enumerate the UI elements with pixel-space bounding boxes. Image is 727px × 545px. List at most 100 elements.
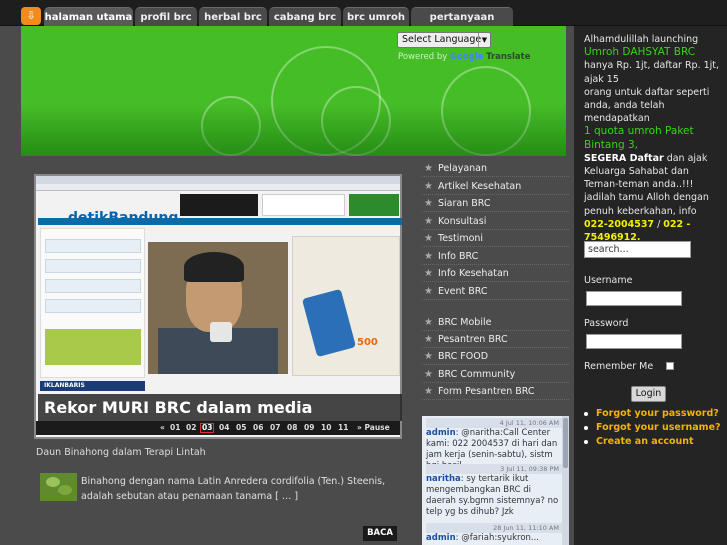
menu-item-info-brc[interactable]: ★ Info BRC — [422, 248, 569, 265]
remember-me-checkbox[interactable] — [666, 362, 674, 370]
star-icon: ★ — [424, 163, 433, 174]
menu-item-event-brc[interactable]: ★ Event BRC — [422, 283, 569, 300]
create-account-link[interactable]: Create an account — [584, 435, 721, 449]
language-select[interactable]: Select Language ▼ — [397, 32, 491, 48]
screenshot-ad — [262, 194, 345, 216]
phone-icon — [301, 288, 357, 358]
top-navigation-bar: ⇩ halaman utama profil brc herbal brc ca… — [0, 0, 727, 42]
slide-page-2[interactable]: 02 — [186, 421, 196, 435]
tab-cabang-brc[interactable]: cabang brc — [269, 7, 341, 26]
menu-item-label: Artikel Kesehatan — [438, 181, 522, 192]
photo-hair — [184, 252, 244, 282]
tab-pertanyaan-umum[interactable]: pertanyaan umum — [411, 7, 513, 42]
tab-profil-brc[interactable]: profil brc — [135, 7, 197, 26]
read-more-button[interactable]: BACA — [363, 526, 397, 541]
shout-date: 3 Jul 11, 09:38 PM — [426, 464, 562, 474]
username-field[interactable] — [586, 291, 682, 306]
menu-item-label: Pelayanan — [438, 163, 488, 174]
menu-item-label: Siaran BRC — [438, 198, 491, 209]
username-label: Username — [584, 275, 633, 286]
login-button[interactable]: Login — [631, 386, 666, 402]
forgot-password-link[interactable]: Forgot your password? — [584, 407, 721, 421]
star-icon: ★ — [424, 216, 433, 227]
menu-item-label: Pesantren BRC — [438, 334, 508, 345]
shout-author[interactable]: admin — [426, 533, 456, 543]
slide-page-4[interactable]: 04 — [219, 421, 229, 435]
menu-item-label: Event BRC — [438, 286, 488, 297]
post-excerpt: Binahong dengan nama Latin Anredera cord… — [81, 476, 386, 502]
menu-item-artikel-kesehatan[interactable]: ★ Artikel Kesehatan — [422, 178, 569, 195]
slide-page-11[interactable]: 11 — [338, 421, 348, 435]
menu-item-siaran-brc[interactable]: ★ Siaran BRC — [422, 195, 569, 212]
menu-item-label: Form Pesantren BRC — [438, 386, 535, 397]
language-select-label: Select Language — [402, 34, 482, 45]
screenshot-navstrip — [38, 218, 402, 225]
pause-button[interactable]: » Pause — [357, 421, 390, 435]
announcement-highlight[interactable]: 1 quota umroh Paket Bintang 3, — [584, 125, 694, 150]
menu-item-label: BRC Community — [438, 369, 516, 380]
menu-item-label: Info BRC — [438, 251, 479, 262]
forgot-username-link[interactable]: Forgot your username? — [584, 421, 721, 435]
leaf-shape — [58, 485, 72, 495]
announcement-highlight[interactable]: Umroh DAHSYAT BRC — [584, 46, 695, 58]
screenshot-green-block — [45, 329, 141, 365]
menu-item-pesantren-brc[interactable]: ★ Pesantren BRC — [422, 331, 569, 348]
tab-halaman-utama[interactable]: halaman utama — [44, 7, 133, 26]
screenshot-block — [45, 299, 141, 313]
announcement-line: Alhamdulillah launching — [584, 34, 699, 45]
post-title[interactable]: Daun Binahong dalam Terapi Lintah — [36, 447, 206, 458]
header-banner: Select Language ▼ Powered by Google Tran… — [21, 26, 566, 156]
shout-author[interactable]: naritha — [426, 474, 461, 484]
menu-item-brc-mobile[interactable]: ★ BRC Mobile — [422, 314, 569, 331]
announcement-line: hanya Rp. 1jt, daftar Rp. 1jt, ajak 15 — [584, 60, 720, 85]
home-arrow-icon[interactable]: ⇩ — [21, 7, 41, 25]
slide-caption[interactable]: Rekor MURI BRC dalam media — [38, 394, 402, 421]
translate-link[interactable]: Translate — [486, 52, 530, 62]
tab-brc-umroh[interactable]: brc umroh — [343, 7, 409, 26]
menu-item-testimoni[interactable]: ★ Testimoni — [422, 230, 569, 247]
announcement-line: jadilah tamu Alloh dengan penuh keberkah… — [584, 192, 709, 217]
screenshot-ad — [180, 194, 258, 216]
shout-message: 3 Jul 11, 09:38 PM naritha: sy tertarik … — [422, 464, 562, 518]
leaf-shape — [46, 477, 60, 487]
slide-page-8[interactable]: 08 — [287, 421, 297, 435]
google-logo: Google — [449, 52, 484, 62]
scrollbar-thumb[interactable] — [563, 418, 568, 468]
slide-page-9[interactable]: 09 — [304, 421, 314, 435]
menu-item-info-kesehatan[interactable]: ★ Info Kesehatan — [422, 265, 569, 282]
menu-item-form-pesantren-brc[interactable]: ★ Form Pesantren BRC — [422, 383, 569, 400]
dropdown-arrow-icon[interactable]: ▼ — [478, 33, 490, 47]
screenshot-left-column — [40, 228, 145, 378]
menu-item-brc-food[interactable]: ★ BRC FOOD — [422, 348, 569, 365]
slide-page-7[interactable]: 07 — [270, 421, 280, 435]
slide-page-5[interactable]: 05 — [236, 421, 246, 435]
ad-offer: 500 — [357, 337, 378, 348]
prev-slide-button[interactable]: « — [160, 421, 165, 435]
bullet-icon — [584, 411, 588, 416]
featured-slider[interactable]: detikBandung 500 IKLANBARIS Rekor MURI B… — [34, 174, 402, 439]
shoutbox: 4 Jul 11, 10:06 AM admin: @naritha:Call … — [422, 416, 569, 545]
password-field[interactable] — [586, 334, 682, 349]
menu-item-label: Info Kesehatan — [438, 268, 509, 279]
menu-item-brc-community[interactable]: ★ BRC Community — [422, 366, 569, 383]
announcement-bold: SEGERA Daftar — [584, 152, 664, 164]
shoutbox-scrollbar[interactable] — [562, 416, 569, 545]
slide-page-10[interactable]: 10 — [321, 421, 331, 435]
star-icon: ★ — [424, 334, 433, 345]
menu-item-label: Konsultasi — [438, 216, 487, 227]
phone-separator: / — [654, 218, 664, 230]
post-thumbnail[interactable] — [40, 473, 77, 501]
menu-item-pelayanan[interactable]: ★ Pelayanan — [422, 160, 569, 177]
tab-herbal-brc[interactable]: herbal brc — [199, 7, 267, 26]
shout-author[interactable]: admin — [426, 428, 456, 438]
shout-date: 28 Jun 11, 11:10 AM — [426, 523, 562, 533]
slide-page-3-current[interactable]: 03 — [200, 423, 215, 433]
slide-page-1[interactable]: 01 — [170, 421, 180, 435]
screenshot-phone-ad: 500 — [292, 236, 400, 376]
star-icon: ★ — [424, 369, 433, 380]
password-label: Password — [584, 318, 629, 329]
shout-date: 4 Jul 11, 10:06 AM — [426, 418, 562, 428]
slide-page-6[interactable]: 06 — [253, 421, 263, 435]
search-input[interactable]: search... — [584, 241, 691, 258]
menu-item-konsultasi[interactable]: ★ Konsultasi — [422, 213, 569, 230]
